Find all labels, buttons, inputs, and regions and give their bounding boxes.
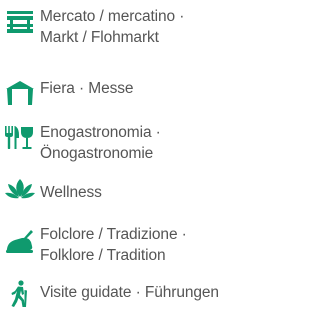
legend-label-market: Mercato / mercatino · Markt / Flohmarkt — [40, 6, 184, 48]
market-stall-icon — [4, 10, 36, 38]
legend-label-enogastronomy: Enogastronomia · Önogastronomie — [40, 122, 161, 164]
legend-label-line: Önogastronomie — [40, 145, 154, 162]
legend-label-line: Folclore / Tradizione · — [40, 226, 187, 243]
lotus-icon — [4, 176, 36, 204]
legend-label-line: Mercato / mercatino · — [40, 8, 185, 25]
cutlery-glass-icon — [4, 124, 36, 152]
legend-label-fair: Fiera · Messe — [40, 78, 134, 99]
legend-label-guided-tours: Visite guidate · Führungen — [40, 282, 219, 303]
legend-label-folklore: Folclore / Tradizione · Folklore / Tradi… — [40, 224, 187, 266]
legend-label-line: Markt / Flohmarkt — [40, 29, 159, 46]
folklore-hat-icon — [4, 228, 36, 256]
legend-label-line: Fiera · Messe — [40, 80, 134, 97]
legend-label-line: Visite guidate · Führungen — [40, 284, 219, 301]
fair-tent-icon — [4, 79, 36, 107]
category-legend: Mercato / mercatino · Markt / Flohmarkt … — [0, 0, 259, 310]
legend-label-line: Enogastronomia · — [40, 124, 161, 141]
legend-label-line: Wellness — [40, 184, 102, 201]
legend-label-line: Folklore / Tradition — [40, 247, 166, 264]
legend-label-wellness: Wellness — [40, 182, 102, 203]
hiker-icon — [4, 280, 36, 308]
